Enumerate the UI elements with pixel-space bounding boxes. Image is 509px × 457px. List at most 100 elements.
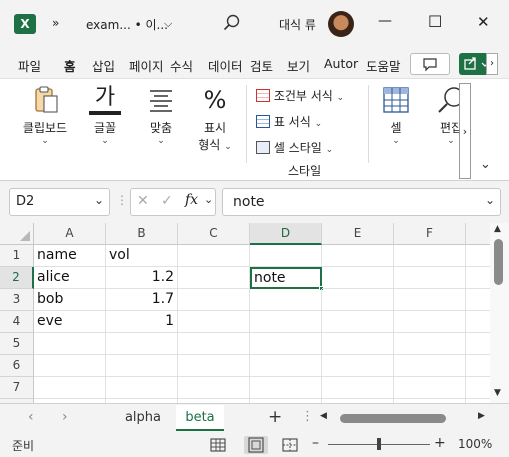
add-sheet-icon[interactable]: + <box>268 407 282 427</box>
cell-a7[interactable] <box>34 377 106 399</box>
close-icon[interactable]: ✕ <box>477 13 490 31</box>
cell-d2[interactable]: note <box>250 267 324 291</box>
expand-formula-icon[interactable]: ⌄ <box>485 193 495 207</box>
column-header-c[interactable]: C <box>178 223 250 245</box>
cell-d5[interactable] <box>250 333 322 355</box>
column-header-d[interactable]: D <box>250 223 322 245</box>
scroll-up-icon[interactable]: ▲ <box>494 224 501 234</box>
sheet-tab-alpha[interactable]: alpha <box>116 405 170 431</box>
next-sheet-icon[interactable]: › <box>62 409 68 425</box>
column-header-e[interactable]: E <box>322 223 394 245</box>
cell-a4[interactable]: eve <box>34 311 106 333</box>
cell-e3[interactable] <box>322 289 394 311</box>
normal-view-icon[interactable] <box>210 438 226 455</box>
cell-d6[interactable] <box>250 355 322 377</box>
cell-b1[interactable]: vol <box>106 245 178 267</box>
tab-view[interactable]: 보기 <box>287 56 310 75</box>
name-box[interactable]: D2 ⌄ <box>9 188 110 216</box>
cell-g2[interactable] <box>466 267 490 289</box>
page-break-view-icon[interactable] <box>282 438 298 455</box>
tab-page-layout[interactable]: 페이지 <box>129 56 165 75</box>
user-name[interactable]: 대식 류 <box>279 16 316 33</box>
cell-e1[interactable] <box>322 245 394 267</box>
cell-a5[interactable] <box>34 333 106 355</box>
cell-f3[interactable] <box>394 289 466 311</box>
horizontal-scrollbar[interactable]: ◀ ▶ <box>318 409 490 429</box>
cell-c2[interactable] <box>178 267 250 289</box>
cell-e2[interactable] <box>322 267 394 289</box>
font-group[interactable]: 가 글꼴 ⌄ <box>84 85 126 146</box>
column-header-b[interactable]: B <box>106 223 178 245</box>
document-title[interactable]: exam... • 이... <box>86 16 168 33</box>
comments-button[interactable] <box>410 53 450 75</box>
cell-a1[interactable]: name <box>34 245 106 267</box>
formula-input[interactable]: note ⌄ <box>222 188 501 216</box>
horizontal-scroll-thumb[interactable] <box>340 414 446 423</box>
cell-styles-button[interactable]: 셀 스타일 ⌄ <box>256 139 333 156</box>
cell-e7[interactable] <box>322 377 394 399</box>
cell-c4[interactable] <box>178 311 250 333</box>
column-header-a[interactable]: A <box>34 223 106 245</box>
cell-b5[interactable] <box>106 333 178 355</box>
cell-g5[interactable] <box>466 333 490 355</box>
tab-file[interactable]: 파일 <box>18 56 41 75</box>
cell-g7[interactable] <box>466 377 490 399</box>
cell-c1[interactable] <box>178 245 250 267</box>
cell-c3[interactable] <box>178 289 250 311</box>
zoom-level[interactable]: 100% <box>458 437 492 451</box>
row-header-6[interactable]: 6 <box>0 355 34 377</box>
alignment-group[interactable]: 맞춤 ⌄ <box>140 85 182 146</box>
chevron-down-icon[interactable]: ⌄ <box>94 193 104 207</box>
row-header-5[interactable]: 5 <box>0 333 34 355</box>
tab-insert[interactable]: 삽입 <box>92 56 115 75</box>
maximize-icon[interactable]: ☐ <box>428 12 442 31</box>
select-all-button[interactable] <box>0 223 34 245</box>
cell-a2[interactable]: alice <box>34 267 106 289</box>
row-header-7[interactable]: 7 <box>0 377 34 399</box>
zoom-slider[interactable] <box>328 438 430 450</box>
cell-b2[interactable]: 1.2 <box>106 267 178 289</box>
chevron-down-icon[interactable]: ⌄ <box>204 193 213 206</box>
cell-b3[interactable]: 1.7 <box>106 289 178 311</box>
scroll-right-icon[interactable]: ▶ <box>478 411 485 421</box>
cell-d4[interactable] <box>250 311 322 333</box>
cell-g6[interactable] <box>466 355 490 377</box>
collapse-ribbon-icon[interactable]: ⌄ <box>480 157 491 172</box>
scroll-left-icon[interactable]: ◀ <box>320 411 327 421</box>
number-format-group[interactable]: % 표시 형식 ⌄ <box>194 85 236 153</box>
cell-c6[interactable] <box>178 355 250 377</box>
tab-data[interactable]: 데이터 <box>208 56 246 75</box>
page-layout-view-icon[interactable] <box>244 436 268 454</box>
cell-d7[interactable] <box>250 377 322 399</box>
cell-a3[interactable]: bob <box>34 289 106 311</box>
cell-f4[interactable] <box>394 311 466 333</box>
row-header-2[interactable]: 2 <box>0 267 34 289</box>
enter-icon[interactable]: ✓ <box>161 193 173 209</box>
ribbon-scroll-icon[interactable]: › <box>459 83 471 179</box>
tab-automate[interactable]: Autor <box>324 56 358 71</box>
cell-a6[interactable] <box>34 355 106 377</box>
column-header-f[interactable]: F <box>394 223 466 245</box>
cell-e4[interactable] <box>322 311 394 333</box>
tab-review[interactable]: 검토 <box>250 56 273 75</box>
tab-formulas[interactable]: 수식 <box>170 56 193 75</box>
sheet-tab-beta[interactable]: beta <box>176 405 224 431</box>
clipboard-group[interactable]: 클립보드 ⌄ <box>14 85 76 146</box>
format-as-table-button[interactable]: 표 서식 ⌄ <box>256 113 322 130</box>
row-header-3[interactable]: 3 <box>0 289 34 311</box>
search-icon[interactable] <box>222 13 242 36</box>
cell-f7[interactable] <box>394 377 466 399</box>
cell-c7[interactable] <box>178 377 250 399</box>
cell-g3[interactable] <box>466 289 490 311</box>
ribbon-scroll-right-icon[interactable]: › <box>486 53 498 75</box>
zoom-slider-thumb[interactable] <box>377 438 381 450</box>
cell-f1[interactable] <box>394 245 466 267</box>
conditional-format-button[interactable]: 조건부 서식 ⌄ <box>256 87 344 104</box>
tab-help[interactable]: 도움말 <box>366 56 402 75</box>
row-header-4[interactable]: 4 <box>0 311 34 333</box>
row-header-1[interactable]: 1 <box>0 245 34 267</box>
cell-d3[interactable] <box>250 289 322 311</box>
scroll-down-icon[interactable]: ▼ <box>494 388 501 398</box>
cell-e6[interactable] <box>322 355 394 377</box>
cell-f2[interactable] <box>394 267 466 289</box>
